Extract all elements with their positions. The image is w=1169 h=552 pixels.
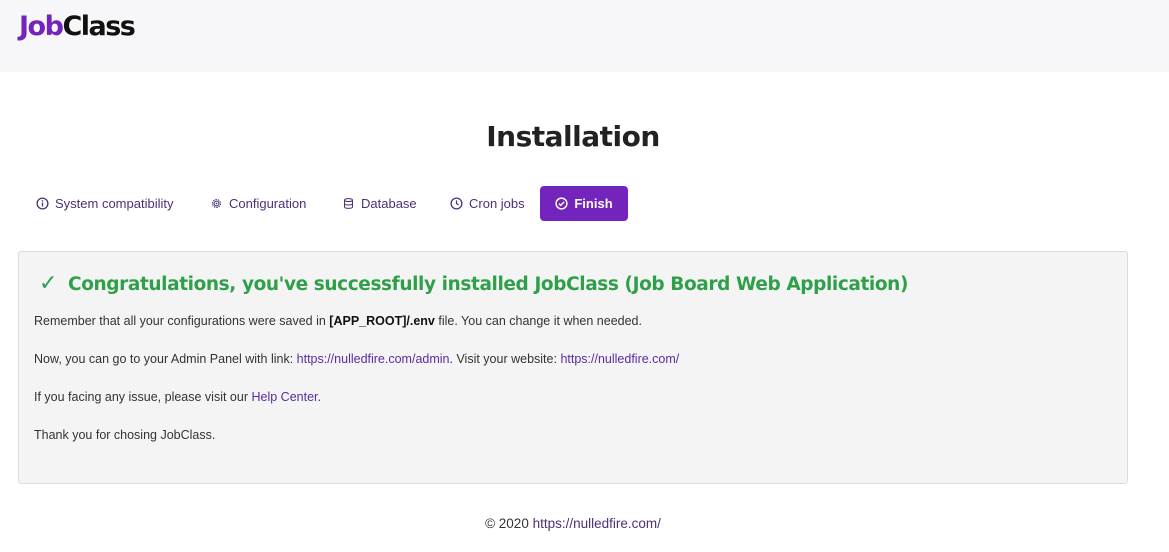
step-label: System compatibility — [55, 196, 174, 211]
step-label: Configuration — [229, 196, 307, 211]
help-center-pre: If you facing any issue, please visit ou… — [34, 390, 252, 404]
admin-panel-text: Now, you can go to your Admin Panel with… — [34, 350, 679, 368]
page-title: Installation — [486, 120, 660, 153]
admin-panel-mid: . Visit your website: — [449, 352, 561, 366]
top-header: JobClass — [0, 0, 1169, 72]
step-configuration[interactable]: Configuration — [210, 186, 306, 221]
step-label: Cron jobs — [469, 196, 525, 211]
page-footer: © 2020 https://nulledfire.com/ — [0, 514, 1146, 534]
config-saved-pre: Remember that all your configurations we… — [34, 314, 330, 328]
step-label: Database — [361, 196, 417, 211]
congratulations-text: Congratulations, you've successfully ins… — [68, 273, 909, 295]
step-system-compatibility[interactable]: System compatibility — [36, 186, 173, 221]
footer-link[interactable]: https://nulledfire.com/ — [533, 516, 661, 531]
step-database[interactable]: Database — [342, 186, 417, 221]
step-cron-jobs[interactable]: Cron jobs — [450, 186, 525, 221]
database-icon — [343, 198, 354, 209]
logo-class-text: Class — [62, 11, 135, 42]
copyright-text: © 2020 — [485, 516, 533, 531]
help-center-text: If you facing any issue, please visit ou… — [34, 388, 321, 406]
checkmark-icon: ✓ — [39, 271, 58, 296]
config-saved-post: file. You can change it when needed. — [434, 314, 642, 328]
info-circle-icon — [36, 197, 49, 210]
help-center-post: . — [317, 390, 321, 404]
installation-steps: System compatibility Configuration Datab… — [0, 186, 1169, 221]
admin-panel-pre: Now, you can go to your Admin Panel with… — [34, 352, 297, 366]
success-panel: ✓ Congratulations, you've successfully i… — [18, 251, 1128, 484]
step-finish[interactable]: Finish — [540, 186, 628, 221]
thank-you-text: Thank you for chosing JobClass. — [34, 428, 216, 442]
help-center-link[interactable]: Help Center — [251, 390, 317, 404]
step-label: Finish — [574, 196, 613, 211]
jobclass-logo[interactable]: JobClass — [19, 10, 136, 44]
clock-icon — [450, 197, 463, 210]
gear-icon — [211, 198, 222, 209]
check-circle-icon — [555, 197, 568, 210]
env-path: [APP_ROOT]/.env — [329, 314, 435, 328]
admin-panel-link[interactable]: https://nulledfire.com/admin — [297, 352, 450, 366]
config-saved-text: Remember that all your configurations we… — [34, 312, 642, 330]
logo-job-text: Job — [19, 11, 64, 42]
congratulations-heading: ✓ Congratulations, you've successfully i… — [39, 272, 908, 296]
website-link[interactable]: https://nulledfire.com/ — [560, 352, 679, 366]
